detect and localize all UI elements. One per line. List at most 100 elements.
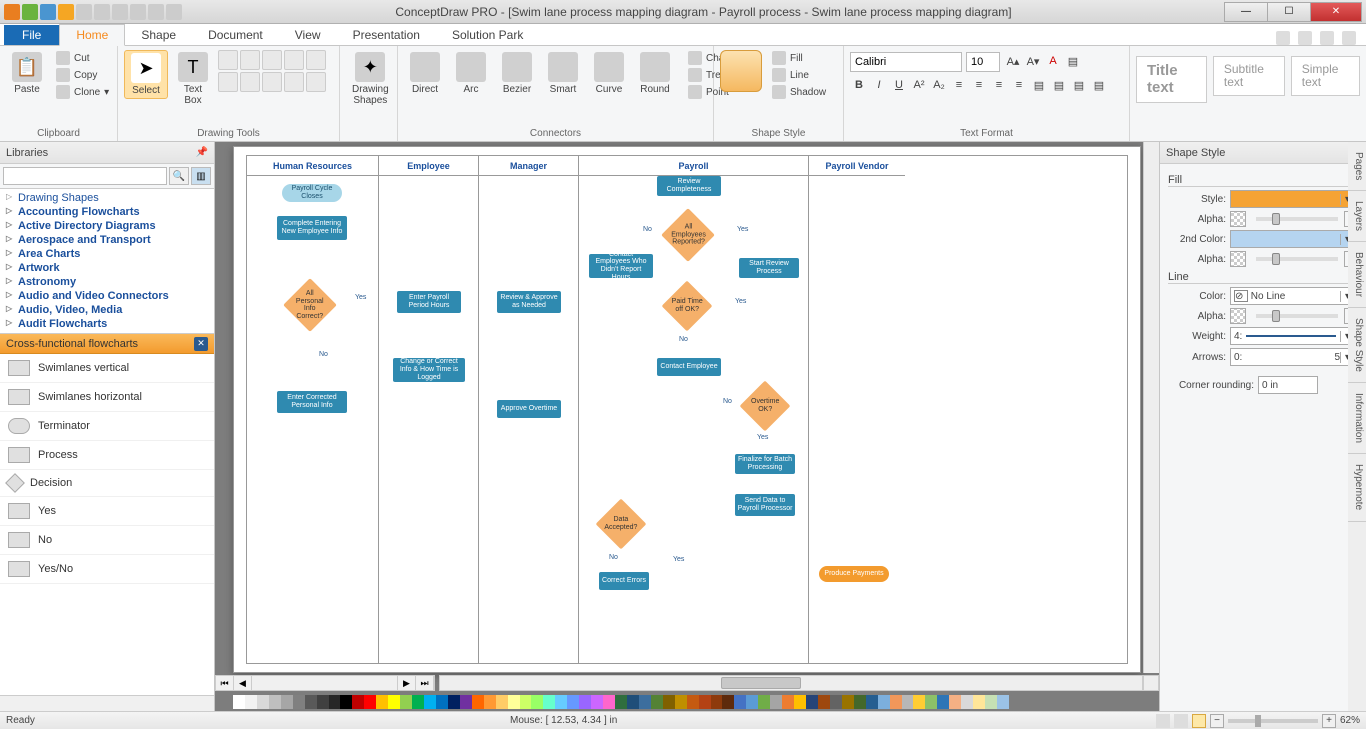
lane-body[interactable]: Enter Payroll Period HoursChange or Corr… — [379, 176, 478, 663]
color-swatch[interactable] — [448, 695, 460, 709]
vertical-scrollbar[interactable] — [1143, 142, 1159, 673]
color-swatch[interactable] — [937, 695, 949, 709]
snap-toggle[interactable] — [1143, 675, 1159, 691]
flowchart-node[interactable]: Start Review Process — [739, 258, 799, 278]
tool-polygon[interactable] — [240, 72, 260, 92]
align-center[interactable]: ≡ — [970, 76, 988, 94]
conn-direct[interactable]: Direct — [404, 50, 446, 97]
bold-button[interactable]: B — [850, 76, 868, 94]
textbox-button[interactable]: T Text Box — [172, 50, 214, 108]
library-shape-item[interactable]: Terminator — [0, 412, 214, 441]
lane-body[interactable]: Produce Payments — [809, 176, 905, 663]
flowchart-node[interactable]: Complete Entering New Employee Info — [277, 216, 347, 240]
sidetab-information[interactable]: Information — [1348, 383, 1366, 454]
flowchart-node[interactable]: Review & Approve as Needed — [497, 291, 561, 313]
library-tree-node[interactable]: Astronomy — [0, 275, 214, 289]
color-swatch[interactable] — [520, 695, 532, 709]
color-swatch[interactable] — [531, 695, 543, 709]
copy-button[interactable]: Copy — [52, 67, 113, 83]
drawing-shapes-button[interactable]: ✦ Drawing Shapes — [346, 50, 395, 108]
color-swatch[interactable] — [651, 695, 663, 709]
style-simple[interactable]: Simple text — [1291, 56, 1360, 96]
corner-rounding-input[interactable]: 0 in — [1258, 376, 1318, 394]
sidetab-pages[interactable]: Pages — [1348, 142, 1366, 191]
tab-view[interactable]: View — [279, 25, 337, 45]
fill-button[interactable]: Fill — [770, 50, 828, 66]
color-swatch[interactable] — [913, 695, 925, 709]
color-swatch[interactable] — [472, 695, 484, 709]
color-swatch[interactable] — [866, 695, 878, 709]
color-swatch[interactable] — [639, 695, 651, 709]
color-swatch[interactable] — [615, 695, 627, 709]
clone-button[interactable]: Clone ▾ — [52, 84, 113, 100]
tool-text[interactable] — [284, 72, 304, 92]
color-swatch[interactable] — [890, 695, 902, 709]
color-swatch[interactable] — [293, 695, 305, 709]
color-swatch[interactable] — [722, 695, 734, 709]
valign-mid[interactable]: ▤ — [1050, 76, 1068, 94]
active-library-header[interactable]: Cross-functional flowcharts ✕ — [0, 334, 214, 354]
tab-first[interactable]: ⏮ — [216, 676, 234, 690]
qat-icon[interactable] — [166, 4, 182, 20]
align-right[interactable]: ≡ — [990, 76, 1008, 94]
color-swatch[interactable] — [782, 695, 794, 709]
sidetab-layers[interactable]: Layers — [1348, 191, 1366, 242]
color-swatch[interactable] — [233, 695, 245, 709]
tool-rect[interactable] — [284, 50, 304, 70]
color-swatch[interactable] — [961, 695, 973, 709]
color-swatch[interactable] — [830, 695, 842, 709]
color-swatch[interactable] — [758, 695, 770, 709]
conn-curve[interactable]: Curve — [588, 50, 630, 97]
align-justify[interactable]: ≡ — [1010, 76, 1028, 94]
color-swatch[interactable] — [603, 695, 615, 709]
tool-star[interactable] — [262, 72, 282, 92]
color-swatch[interactable] — [711, 695, 723, 709]
flowchart-node[interactable]: Finalize for Batch Processing — [735, 454, 795, 474]
font-size-combo[interactable] — [966, 52, 1000, 72]
qat-icon[interactable] — [22, 4, 38, 20]
color-swatch[interactable] — [699, 695, 711, 709]
library-shape-item[interactable]: Swimlanes horizontal — [0, 383, 214, 412]
font-color[interactable]: A — [1044, 52, 1062, 70]
library-shape-item[interactable]: Yes — [0, 497, 214, 526]
window-icon[interactable] — [1342, 31, 1356, 45]
cut-button[interactable]: Cut — [52, 50, 113, 66]
zoom-out[interactable]: − — [1210, 714, 1224, 728]
library-tree-node[interactable]: Accounting Flowcharts — [0, 205, 214, 219]
zoom-in[interactable]: + — [1322, 714, 1336, 728]
close-button[interactable]: ✕ — [1310, 2, 1362, 22]
color-swatch[interactable] — [818, 695, 830, 709]
color-swatch[interactable] — [317, 695, 329, 709]
select-tool-icon[interactable] — [1174, 714, 1188, 728]
flowchart-node[interactable]: Approve Overtime — [497, 400, 561, 418]
color-swatch[interactable] — [436, 695, 448, 709]
maximize-button[interactable]: ☐ — [1267, 2, 1311, 22]
color-swatch[interactable] — [496, 695, 508, 709]
library-shapes-list[interactable]: Swimlanes verticalSwimlanes horizontalTe… — [0, 354, 214, 695]
line-spacing[interactable]: ▤ — [1090, 76, 1108, 94]
library-tree-node[interactable]: Drawing Shapes — [0, 191, 214, 205]
qat-icon[interactable] — [4, 4, 20, 20]
sidetab-behaviour[interactable]: Behaviour — [1348, 242, 1366, 308]
zoom-tool-icon[interactable] — [1192, 714, 1206, 728]
line-button[interactable]: Line — [770, 67, 828, 83]
color-swatch[interactable] — [543, 695, 555, 709]
color-swatch[interactable] — [400, 695, 412, 709]
color-swatch[interactable] — [376, 695, 388, 709]
flowchart-node[interactable]: Paid Time off OK? — [662, 281, 713, 332]
color-swatch[interactable] — [329, 695, 341, 709]
shrink-font[interactable]: A▾ — [1024, 52, 1042, 70]
flowchart-node[interactable]: Correct Errors — [599, 572, 649, 590]
alpha-slider[interactable] — [1256, 217, 1338, 221]
color-swatch[interactable] — [460, 695, 472, 709]
tab-next[interactable]: ▶ — [398, 676, 416, 690]
tool-polyline[interactable] — [218, 72, 238, 92]
help-icon[interactable] — [1298, 31, 1312, 45]
hand-tool-icon[interactable] — [1156, 714, 1170, 728]
library-tree-node[interactable]: Aerospace and Transport — [0, 233, 214, 247]
conn-smart[interactable]: Smart — [542, 50, 584, 97]
color-swatch[interactable] — [579, 695, 591, 709]
document-page[interactable]: Human ResourcesPayroll Cycle ClosesCompl… — [233, 146, 1141, 673]
color-swatch[interactable] — [902, 695, 914, 709]
close-library-icon[interactable]: ✕ — [194, 337, 208, 351]
